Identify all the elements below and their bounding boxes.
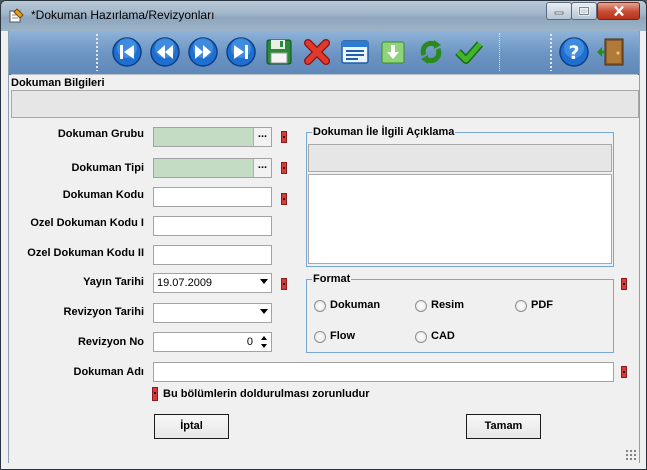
aciklama-groupbox: Dokuman İle İlgili Açıklama: [306, 126, 614, 267]
spin-arrows-icon[interactable]: [258, 334, 270, 350]
format-option-label: PDF: [531, 299, 553, 311]
revizyon-no-label: Revizyon No: [77, 336, 144, 348]
help-question-icon: ?: [559, 37, 589, 67]
required-note: Bu bölümlerin doldurulması zorunludur: [163, 388, 370, 400]
window-list-icon: [341, 40, 369, 64]
required-marker: [281, 193, 287, 205]
required-marker: [281, 162, 287, 174]
format-option-label: Dokuman: [330, 299, 381, 311]
toolbar-separator: [499, 33, 501, 71]
maximize-icon: [578, 6, 590, 16]
exit-door-icon: [597, 38, 624, 66]
red-x-icon: [304, 39, 330, 65]
save-button[interactable]: [262, 35, 296, 69]
toolbar-grip[interactable]: [95, 33, 99, 71]
dokuman-adi-label: Dokuman Adı: [73, 366, 145, 378]
exit-button[interactable]: [595, 35, 629, 69]
chevron-down-icon[interactable]: [260, 309, 268, 314]
previous-record-icon: [150, 37, 180, 67]
green-cycle-icon: [420, 40, 442, 64]
required-marker: [621, 366, 627, 378]
format-option-label: Flow: [330, 330, 356, 342]
format-option-label: Resim: [431, 299, 465, 311]
format-option-label: CAD: [431, 330, 455, 342]
revizyon-tarihi-datepicker[interactable]: [153, 303, 272, 323]
info-bar: [11, 90, 639, 118]
required-marker: [152, 387, 158, 401]
cancel-button[interactable]: İptal: [154, 414, 229, 439]
ok-button[interactable]: Tamam: [466, 414, 541, 439]
yayin-tarihi-value: 19.07.2009: [157, 277, 213, 289]
radio-circle-icon[interactable]: [314, 300, 326, 312]
dokuman-tipi-label: Dokuman Tipi: [71, 162, 144, 174]
green-check-icon: [455, 41, 484, 64]
next-record-icon: [188, 37, 218, 67]
dokuman-grubu-field[interactable]: ...: [153, 127, 272, 147]
next-record-button[interactable]: [186, 35, 220, 69]
last-record-icon: [226, 37, 256, 67]
chevron-down-icon[interactable]: [260, 279, 268, 284]
minimize-icon: [554, 11, 564, 15]
previous-record-button[interactable]: [148, 35, 182, 69]
revizyon-no-value: 0: [246, 336, 253, 348]
dokuman-tipi-field[interactable]: ...: [153, 158, 272, 178]
close-icon: [613, 5, 624, 17]
aciklama-title: Dokuman İle İlgili Açıklama: [312, 126, 456, 138]
delete-button[interactable]: [300, 35, 334, 69]
dokuman-tipi-browse-button[interactable]: ...: [253, 159, 271, 177]
radio-circle-icon[interactable]: [314, 331, 326, 343]
required-marker: [621, 278, 627, 290]
revizyon-no-stepper[interactable]: 0: [153, 332, 272, 352]
title-bar[interactable]: *Dokuman Hazırlama/Revizyonları: [1, 1, 646, 31]
download-button[interactable]: [376, 35, 410, 69]
first-record-button[interactable]: [110, 35, 144, 69]
list-view-button[interactable]: [338, 35, 372, 69]
dokuman-adi-field[interactable]: [153, 362, 614, 382]
radio-circle-icon[interactable]: [415, 331, 427, 343]
yayin-tarihi-datepicker[interactable]: 19.07.2009: [153, 273, 272, 293]
ozel-dokuman-kodu-2-label: Ozel Dokuman Kodu II: [27, 247, 144, 259]
maximize-button[interactable]: [571, 2, 597, 20]
ozel-dokuman-kodu-1-field[interactable]: [153, 216, 272, 236]
pencil-notepad-icon: [9, 8, 24, 23]
dokuman-window: *Dokuman Hazırlama/Revizyonları ? Dokuma…: [0, 0, 647, 470]
help-button[interactable]: ?: [557, 35, 591, 69]
resize-grip[interactable]: [625, 449, 637, 461]
dokuman-grubu-label: Dokuman Grubu: [57, 128, 144, 140]
refresh-button[interactable]: [414, 35, 448, 69]
window-title: *Dokuman Hazırlama/Revizyonları: [31, 8, 215, 22]
ozel-dokuman-kodu-1-label: Ozel Dokuman Kodu I: [30, 217, 144, 229]
ozel-dokuman-kodu-2-field[interactable]: [153, 245, 272, 265]
dokuman-kodu-label: Dokuman Kodu: [62, 189, 144, 201]
format-groupbox: Format Dokuman Resim PDF Flow CAD: [306, 273, 614, 353]
toolbar: ?: [9, 31, 639, 75]
floppy-disk-icon: [266, 39, 292, 65]
yayin-tarihi-label: Yayın Tarihi: [83, 276, 144, 288]
dokuman-kodu-field[interactable]: [153, 187, 272, 207]
format-title: Format: [312, 273, 352, 285]
toolbar-grip[interactable]: [549, 33, 553, 71]
radio-circle-icon[interactable]: [415, 300, 427, 312]
close-button[interactable]: [597, 2, 640, 20]
first-record-icon: [112, 37, 142, 67]
confirm-button[interactable]: [452, 35, 486, 69]
required-marker: [281, 131, 287, 143]
svg-text:?: ?: [568, 42, 579, 64]
minimize-button[interactable]: [546, 2, 572, 20]
aciklama-header-field[interactable]: [308, 144, 612, 172]
aciklama-textarea[interactable]: [308, 174, 612, 264]
last-record-button[interactable]: [224, 35, 258, 69]
client-area: ? Dokuman Bilgileri Dokuman Grubu Dokuma…: [8, 31, 640, 463]
radio-circle-icon[interactable]: [515, 300, 527, 312]
green-download-icon: [381, 41, 405, 64]
revizyon-tarihi-label: Revizyon Tarihi: [63, 306, 144, 318]
dokuman-grubu-browse-button[interactable]: ...: [253, 128, 271, 146]
section-divider: [11, 74, 638, 75]
section-title: Dokuman Bilgileri: [11, 77, 105, 89]
required-marker: [281, 278, 287, 290]
